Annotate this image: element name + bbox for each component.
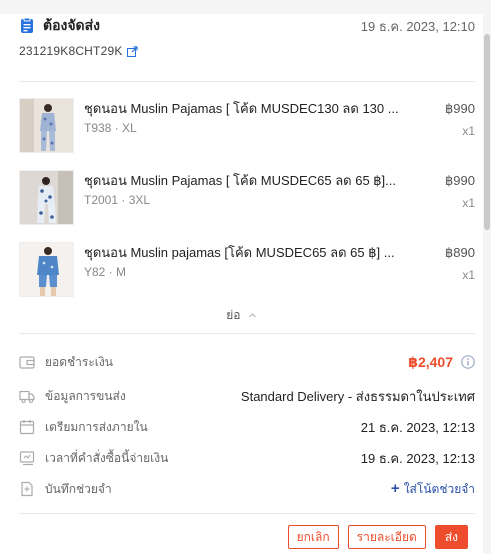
ship-by-value: 21 ธ.ค. 2023, 12:13 (360, 419, 475, 435)
calendar-icon (19, 420, 35, 435)
cancel-button[interactable]: ยกเลิก (287, 525, 339, 549)
collapse-label: ย่อ (226, 308, 241, 322)
product-variation: Y82 · M (84, 265, 127, 279)
note-label: บันทึกช่วยจำ (45, 481, 112, 496)
paid-time-label: เวลาที่คำสั่งซื้อนี้จ่ายเงิน (45, 450, 169, 465)
note-icon (21, 481, 33, 497)
ship-by-label: เตรียมการส่งภายใน (45, 419, 148, 434)
action-bar: ยกเลิก รายละเอียด ส่ง (287, 525, 468, 549)
product-thumbnail[interactable] (19, 98, 74, 153)
divider (19, 513, 475, 514)
paid-time-row: เวลาที่คำสั่งซื้อนี้จ่ายเงิน 19 ธ.ค. 202… (19, 448, 475, 468)
help-icon[interactable] (461, 355, 475, 369)
truck-icon (19, 390, 35, 404)
document-icon (21, 18, 33, 33)
divider (19, 81, 475, 82)
paid-time-value: 19 ธ.ค. 2023, 12:13 (360, 450, 475, 466)
product-thumbnail[interactable] (19, 242, 74, 297)
product-name: ชุดนอน Muslin pajamas [โค้ด MUSDEC65 ลด … (84, 245, 395, 260)
product-quantity: x1 (462, 124, 475, 138)
shipping-row: ข้อมูลการขนส่ง Standard Delivery - ส่งธร… (19, 386, 475, 406)
note-row: บันทึกช่วยจำ + ใส่โน้ตช่วยจำ (19, 479, 475, 499)
details-button[interactable]: รายละเอียด (347, 525, 426, 549)
order-sn[interactable]: 231219K8CHT29K (19, 44, 123, 58)
total-row: ยอดชำระเงิน ฿2,407 (19, 352, 475, 372)
copy-link-icon[interactable] (126, 45, 138, 57)
shipping-label: ข้อมูลการขนส่ง (45, 388, 126, 403)
product-price: ฿990 (445, 173, 475, 188)
ship-button[interactable]: ส่ง (434, 525, 468, 549)
total-value: ฿2,407 (408, 353, 453, 370)
plus-icon: + (390, 479, 400, 497)
ship-by-row: เตรียมการส่งภายใน 21 ธ.ค. 2023, 12:13 (19, 417, 475, 437)
product-item[interactable]: ชุดนอน Muslin Pajamas [ โค้ด MUSDEC130 ล… (19, 98, 475, 154)
product-thumbnail[interactable] (19, 170, 74, 225)
divider (19, 333, 475, 334)
order-status: ต้องจัดส่ง (43, 17, 101, 33)
product-variation: T938 · XL (84, 121, 137, 135)
product-variation: T2001 · 3XL (84, 193, 151, 207)
shipping-value: Standard Delivery - ส่งธรรมดาในประเทศ (240, 388, 475, 404)
clock-icon (19, 451, 35, 466)
add-note-label: ใส่โน้ตช่วยจำ (403, 481, 475, 496)
product-item[interactable]: ชุดนอน Muslin Pajamas [ โค้ด MUSDEC65 ลด… (19, 170, 475, 226)
order-header: ต้องจัดส่ง 19 ธ.ค. 2023, 12:10 231219K8C… (19, 16, 475, 60)
product-price: ฿990 (445, 101, 475, 116)
scrollbar-thumb[interactable] (484, 34, 490, 230)
product-quantity: x1 (462, 268, 475, 282)
total-label: ยอดชำระเงิน (45, 354, 113, 369)
product-item[interactable]: ชุดนอน Muslin pajamas [โค้ด MUSDEC65 ลด … (19, 242, 475, 298)
order-date: 19 ธ.ค. 2023, 12:10 (360, 18, 475, 34)
add-note-link[interactable]: + ใส่โน้ตช่วยจำ (391, 480, 475, 499)
product-quantity: x1 (462, 196, 475, 210)
product-name: ชุดนอน Muslin Pajamas [ โค้ด MUSDEC65 ลด… (84, 173, 396, 188)
collapse-button[interactable]: ย่อ (0, 306, 483, 325)
chevron-up-icon (248, 313, 256, 318)
product-name: ชุดนอน Muslin Pajamas [ โค้ด MUSDEC130 ล… (84, 101, 399, 116)
wallet-icon (19, 356, 35, 369)
product-price: ฿890 (445, 245, 475, 260)
